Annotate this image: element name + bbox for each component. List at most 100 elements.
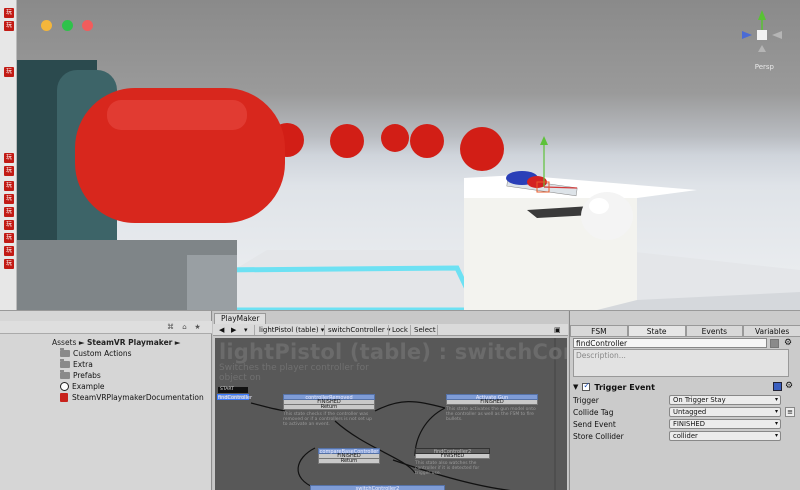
start-label: START [218,387,248,393]
lock-button[interactable]: Lock [390,325,410,335]
state-note: This state also watches the controller i… [415,461,480,476]
item-label: Custom Actions [73,348,132,358]
tab-playmaker[interactable]: PlayMaker [214,313,267,324]
state-node[interactable]: findController2 FINISHED This state also… [415,448,490,476]
state-node[interactable]: switchController2 [310,485,445,490]
label-filter-icon[interactable]: ⌂ [180,323,189,332]
tab-variables[interactable]: Variables [743,325,800,337]
list-item[interactable]: Extra [60,358,93,369]
side-icon[interactable]: 玩 [4,246,14,256]
state-note: This state activates the gun model onto … [446,407,536,422]
collapse-triangle-icon[interactable]: ▼ [573,383,578,391]
perspective-label[interactable]: Persp [755,63,774,71]
list-item[interactable]: SteamVRPlaymakerDocumentation [60,392,204,402]
lock-icon[interactable]: ⌘ [166,323,175,332]
side-icon-strip: 玩 玩 玩 玩 玩 玩 玩 玩 玩 玩 玩 玩 [0,0,17,310]
state-node[interactable]: Activate Gun FINISHED This state activat… [446,394,538,422]
folder-icon [60,369,70,379]
tab-events[interactable]: Events [685,325,744,337]
gear-icon[interactable]: ⚙ [784,338,792,348]
side-icon[interactable]: 玩 [4,21,14,31]
breadcrumb-root[interactable]: Assets [52,338,76,347]
fsm-owner-dropdown[interactable]: lightPistol (table) ▾ [257,325,326,335]
project-toolbar: ⌘ ⌂ ★ [0,321,212,334]
state-event[interactable]: Return [283,405,375,410]
item-label: Prefabs [73,370,101,380]
item-label: SteamVRPlaymakerDocumentation [72,392,204,402]
project-panel: ⌘ ⌂ ★ Assets ► SteamVR Playmaker ► Custo… [0,311,212,490]
fsm-graph-canvas[interactable]: lightPistol (table) : switchCont Switche… [215,338,567,490]
field-row: Collide Tag Untagged ≡ [573,407,799,418]
state-node[interactable]: findController [217,394,253,401]
state-note: This state checks if the controller was … [283,412,372,427]
state-header: switchController2 [310,485,445,490]
side-icon[interactable]: 玩 [4,67,14,77]
enable-checkbox[interactable] [582,381,591,391]
breadcrumb-arrow: ► [174,338,181,347]
list-item[interactable]: Custom Actions [60,347,132,358]
breadcrumb-current[interactable]: SteamVR Playmaker [87,338,172,347]
send-event-dropdown[interactable]: FINISHED [669,419,781,429]
favorite-star-icon[interactable]: ★ [193,323,202,332]
state-node[interactable]: compareBaseController FINISHED Return [318,448,380,464]
field-label: Store Collider [573,432,624,441]
trigger-dropdown[interactable]: On Trigger Stay [669,395,781,405]
bottom-panels: ⌘ ⌂ ★ Assets ► SteamVR Playmaker ► Custo… [0,310,800,490]
fsm-inspector-panel: FSM State Events Variables findControlle… [569,311,800,490]
side-icon[interactable]: 玩 [4,233,14,243]
field-row: Send Event FINISHED [573,419,799,430]
tab-fsm[interactable]: FSM [570,325,628,337]
state-node[interactable]: controllerRemoved FINISHED Return This s… [283,394,375,427]
action-header[interactable]: ▼ Trigger Event ⚙ [570,381,800,393]
side-icon[interactable]: 玩 [4,166,14,176]
field-row: Trigger On Trigger Stay [573,395,799,406]
store-collider-dropdown[interactable]: collider [669,431,781,441]
state-event[interactable]: Return [318,459,380,464]
fsm-title: lightPistol (table) : switchCont [219,340,567,364]
field-label: Send Event [573,420,616,429]
maximize-graph-icon[interactable]: ▣ [552,325,563,335]
side-icon[interactable]: 玩 [4,194,14,204]
help-book-icon[interactable] [773,382,782,391]
fsm-name-dropdown[interactable]: switchController ▾ [326,325,393,335]
state-event[interactable]: FINISHED [446,400,538,405]
folder-icon [60,358,70,368]
side-icon[interactable]: 玩 [4,207,14,217]
item-label: Example [72,381,105,391]
description-field[interactable]: Description... [573,349,789,377]
close-window-dot[interactable] [41,20,52,31]
state-header: findController [217,394,253,401]
breadcrumb: Assets ► SteamVR Playmaker ► [52,338,181,347]
state-color-swatch[interactable] [770,339,779,348]
playmaker-panel: PlayMaker ◀ ▶ ▾ lightPistol (table) ▾ sw… [213,311,568,490]
breadcrumb-separator: ► [78,338,85,347]
list-toggle-icon[interactable]: ≡ [785,407,795,417]
inspector-tabs: FSM State Events Variables [570,325,800,337]
unity-scene-icon [60,381,69,391]
side-icon[interactable]: 玩 [4,8,14,18]
next-fsm-button[interactable]: ▶ [229,325,238,335]
side-icon[interactable]: 玩 [4,220,14,230]
collide-tag-dropdown[interactable]: Untagged [669,407,781,417]
gear-icon[interactable]: ⚙ [785,381,793,391]
list-item[interactable]: Example [60,381,105,391]
select-button[interactable]: Select [412,325,438,335]
scene-view[interactable]: Persp [17,0,800,310]
state-event[interactable]: FINISHED [415,454,490,459]
prev-fsm-button[interactable]: ◀ [217,325,226,335]
side-icon[interactable]: 玩 [4,153,14,163]
history-button[interactable]: ▾ [242,325,250,335]
side-icon[interactable]: 玩 [4,181,14,191]
folder-icon [60,347,70,357]
scene-3d-render [17,10,800,310]
field-label: Trigger [573,396,599,405]
item-label: Extra [73,359,93,369]
field-row: Store Collider collider [573,431,799,442]
state-name-field[interactable]: findController [573,338,767,348]
action-title: Trigger Event [594,382,655,392]
list-item[interactable]: Prefabs [60,369,101,380]
side-icon[interactable]: 玩 [4,259,14,269]
minimize-window-dot[interactable] [62,20,73,31]
maximize-window-dot[interactable] [82,20,93,31]
tab-state[interactable]: State [627,325,686,337]
